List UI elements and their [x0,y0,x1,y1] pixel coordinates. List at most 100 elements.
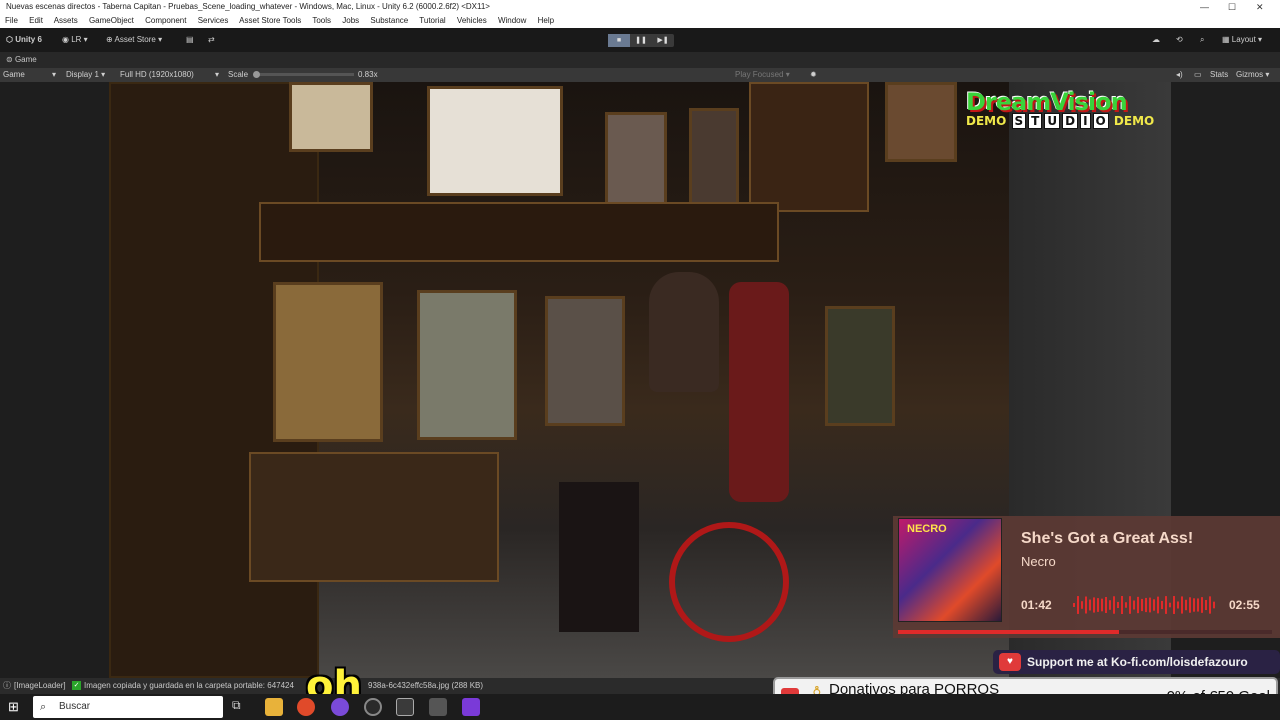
logo-demo-left: DEMO [966,114,1007,128]
app-icon[interactable] [331,698,349,716]
menu-vehicles[interactable]: Vehicles [457,16,487,25]
stats-button[interactable]: Stats [1210,68,1228,82]
menu-edit[interactable]: Edit [29,16,43,25]
game-tab-strip: ⊜ Game [0,52,1280,68]
waveform-bar [1081,601,1083,609]
taskbar-search[interactable]: ⌕ Buscar [33,696,223,718]
sideboard [249,452,499,582]
waveform-bar [1193,598,1195,612]
mute-icon[interactable]: ✹ [810,68,817,82]
audio-waveform [1073,596,1215,614]
resolution-dropdown[interactable]: Full HD (1920x1080) [120,68,194,82]
game-mode-dropdown[interactable]: Game [3,68,25,82]
menu-asset-store-tools[interactable]: Asset Store Tools [239,16,301,25]
scale-slider-handle[interactable] [253,71,260,78]
account-dropdown[interactable]: ◉ LR ▾ [62,35,88,44]
visual-studio-icon[interactable] [462,698,480,716]
song-duration: 02:55 [1229,598,1260,612]
kofi-label: Support me at Ko-fi.com/loisdefazouro [1027,655,1248,669]
menu-gameobject[interactable]: GameObject [89,16,134,25]
waveform-bar [1173,596,1175,614]
menu-substance[interactable]: Substance [370,16,408,25]
streamer-character [649,272,719,392]
waveform-bar [1213,601,1215,609]
layout-label: Layout [1231,35,1256,44]
obs-icon[interactable] [364,698,382,716]
windows-start-icon[interactable]: ⊞ [8,699,26,717]
game-mode-label: Game [3,70,25,79]
menu-file[interactable]: File [5,16,18,25]
search-icon[interactable]: ⌕ [1200,35,1204,45]
wheelchair-wheel [669,522,789,642]
menu-assets[interactable]: Assets [54,16,78,25]
scale-slider[interactable] [254,73,354,76]
menu-tools[interactable]: Tools [312,16,331,25]
waveform-bar [1129,596,1131,614]
menu-help[interactable]: Help [538,16,554,25]
waveform-bar [1113,596,1115,614]
logo-letter: D [1062,113,1079,129]
waveform-bar [1105,596,1107,614]
cloud-icon[interactable]: ☁ [1152,35,1160,44]
audio-icon[interactable]: ◂) [1176,68,1183,82]
menu-bar: File Edit Assets GameObject Component Se… [0,14,1280,28]
waveform-bar [1109,600,1111,610]
game-controller-icon: ⊜ [6,55,13,64]
gizmos-button[interactable]: Gizmos ▾ [1236,68,1269,82]
waveform-bar [1181,596,1183,614]
play-mode-label: Play Focused [735,70,784,79]
pause-button[interactable]: ❚❚ [630,34,652,47]
overlay-icon[interactable]: ▭ [1194,68,1202,82]
tab-game[interactable]: ⊜ Game [6,55,37,64]
main-toolbar: ⬡ Unity 6 ◉ LR ▾ ⊕ Asset Store ▾ ▤ ⇄ ■ ❚… [0,28,1280,52]
logo-subtitle: DEMO STUDIO DEMO [966,113,1166,129]
brave-browser-icon[interactable] [297,698,315,716]
scale-label: Scale [228,70,249,79]
menu-services[interactable]: Services [198,16,229,25]
waveform-bar [1133,600,1135,610]
layout-dropdown[interactable]: ▦ Layout ▾ [1222,35,1262,44]
chevron-down-icon: ▾ [215,70,220,79]
waveform-bar [1073,603,1075,607]
playmode-controls: ■ ❚❚ ▶❚ [608,34,674,47]
menu-jobs[interactable]: Jobs [342,16,359,25]
now-playing-widget: NECRO She's Got a Great Ass! Necro 01:42… [893,516,1280,638]
windows-taskbar: ⊞ ⌕ Buscar ⧉ [0,694,1280,720]
unity-hub-icon[interactable] [396,698,414,716]
info-icon: ⓘ [3,681,11,690]
window-titlebar: Nuevas escenas directos - Taberna Capita… [0,0,1280,14]
asset-store-dropdown[interactable]: ⊕ Asset Store ▾ [106,35,162,44]
waveform-bar [1161,600,1163,610]
maximize-icon[interactable]: ☐ [1228,0,1236,14]
checkmark-icon: ✓ [72,681,81,690]
play-focused-dropdown[interactable]: Play Focused ▾ [735,68,790,82]
painting-frame [545,296,625,426]
file-explorer-icon[interactable] [265,698,283,716]
close-icon[interactable]: ✕ [1256,0,1264,14]
history-icon[interactable]: ⟲ [1176,35,1183,44]
portrait-frame [289,82,373,152]
game-view-toolbar: Game ▾ Display 1 ▾ Full HD (1920x1080) ▾… [0,68,1280,82]
unity-editor-icon[interactable] [429,698,447,716]
menu-window[interactable]: Window [498,16,526,25]
song-current-time: 01:42 [1021,598,1052,612]
step-button[interactable]: ▶❚ [652,34,674,47]
album-art: NECRO [898,518,1002,622]
search-placeholder: Buscar [59,701,91,712]
unity-account-button[interactable]: ⬡ Unity 6 [6,35,42,44]
logo-letter: T [1028,113,1043,129]
minimize-icon[interactable]: — [1200,0,1209,14]
menu-component[interactable]: Component [145,16,186,25]
menu-tutorial[interactable]: Tutorial [419,16,445,25]
task-view-icon[interactable]: ⧉ [232,698,250,716]
painting-frame [273,282,383,442]
scale-value: 0.83x [358,70,378,79]
waveform-bar [1205,599,1207,611]
play-button[interactable]: ■ [608,34,630,47]
collab-icon[interactable]: ⇄ [208,35,215,44]
logo-letter: S [1011,113,1027,129]
version-control-icon[interactable]: ▤ [186,35,194,44]
display-dropdown[interactable]: Display 1 ▾ [66,68,105,82]
album-art-label: NECRO [907,523,947,535]
waveform-bar [1165,596,1167,614]
